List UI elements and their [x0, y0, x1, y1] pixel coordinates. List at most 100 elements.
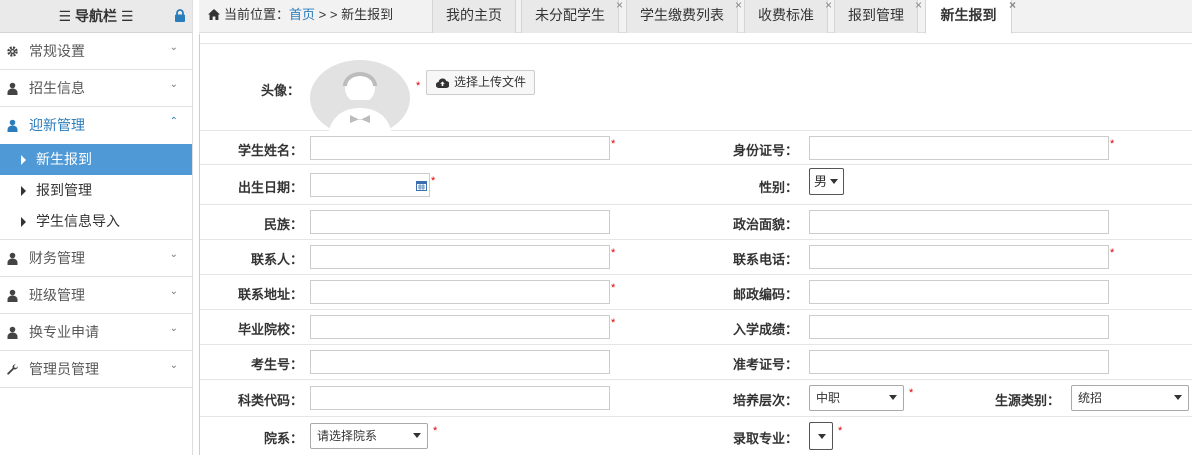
- user-icon: [7, 82, 18, 95]
- gender-value: 男: [814, 174, 828, 189]
- admission-ticket-input[interactable]: [809, 350, 1109, 374]
- user-icon: [7, 326, 18, 339]
- student-source-value: 统招: [1078, 391, 1103, 405]
- required-mark: *: [1110, 138, 1115, 150]
- postcode-input[interactable]: [809, 280, 1109, 304]
- birth-date-input[interactable]: [310, 173, 430, 197]
- cloud-upload-icon: [436, 78, 449, 88]
- required-mark: *: [433, 425, 438, 437]
- menu-enrollment-info[interactable]: 招生信息 ⌄: [0, 70, 192, 107]
- tab-new-student-check-in[interactable]: 新生报到 ×: [925, 0, 1016, 34]
- menu-class-management[interactable]: 班级管理 ⌄: [0, 277, 192, 314]
- caret-right-icon: [21, 217, 26, 227]
- student-source-label: 生源类别：: [994, 393, 1060, 408]
- political-status-input[interactable]: [809, 210, 1109, 234]
- submenu-list: 新生报到 报到管理 学生信息导入: [0, 144, 192, 240]
- submenu-label: 报到管理: [36, 182, 92, 198]
- form-row-subject: 科类代码： 培养层次： 中职 * 生源类别： 统招: [200, 380, 1192, 417]
- form-row-department: 院系： 请选择院系 * 录取专业： *: [200, 417, 1192, 455]
- subject-code-input[interactable]: [310, 386, 610, 410]
- tab-fee-standard[interactable]: 收费标准 ×: [744, 0, 832, 33]
- home-icon: [208, 9, 220, 20]
- form-row-birth: 出生日期： * 性别： 男: [200, 165, 1192, 205]
- contact-person-input[interactable]: [310, 245, 610, 269]
- nav-header: ☰ 导航栏 ☰: [0, 0, 192, 33]
- check-in-form: 头像： * 选择上传文件 学生姓名： * 身份证号： * 出生日期： * 性别：…: [199, 34, 1192, 455]
- training-level-label: 培养层次：: [732, 393, 798, 408]
- address-input[interactable]: [310, 280, 610, 304]
- training-level-value: 中职: [816, 391, 841, 405]
- menu-label: 管理员管理: [29, 361, 99, 377]
- menu-admin-management[interactable]: 管理员管理 ⌄: [0, 351, 192, 388]
- required-mark: *: [611, 138, 616, 150]
- tab-unassigned-students[interactable]: 未分配学生 ×: [521, 0, 623, 33]
- submenu-new-student-check-in[interactable]: 新生报到: [0, 144, 192, 175]
- department-label: 院系：: [263, 431, 303, 446]
- department-value: 请选择院系: [317, 429, 378, 443]
- chevron-down-icon: ⌄: [169, 79, 178, 90]
- ethnic-input[interactable]: [310, 210, 610, 234]
- student-name-input[interactable]: [310, 136, 610, 160]
- chevron-down-icon: ⌄: [169, 42, 178, 53]
- phone-label: 联系电话：: [732, 252, 798, 267]
- tab-my-home[interactable]: 我的主页: [432, 0, 516, 33]
- close-icon[interactable]: ×: [1009, 0, 1016, 21]
- menu-major-change[interactable]: 换专业申请 ⌄: [0, 314, 192, 351]
- entrance-score-input[interactable]: [809, 315, 1109, 339]
- form-row-exam: 考生号： 准考证号：: [200, 345, 1192, 380]
- admitted-major-select[interactable]: [809, 422, 833, 450]
- form-row-avatar: 头像： * 选择上传文件: [200, 43, 1192, 136]
- menu-welcome-management[interactable]: 迎新管理 ⌃: [0, 107, 192, 144]
- id-number-input[interactable]: [809, 136, 1109, 160]
- graduated-school-input[interactable]: [310, 315, 610, 339]
- upload-label: 选择上传文件: [454, 75, 527, 89]
- birth-date-label: 出生日期：: [237, 180, 303, 195]
- menu-label: 换专业申请: [29, 324, 99, 340]
- menu-label: 班级管理: [29, 287, 85, 303]
- menu-general-settings[interactable]: 常规设置 ⌄: [0, 33, 192, 70]
- exam-number-input[interactable]: [310, 350, 610, 374]
- close-icon[interactable]: ×: [915, 0, 922, 21]
- nav-title: ☰ 导航栏 ☰: [58, 8, 134, 24]
- required-mark: *: [611, 282, 616, 294]
- calendar-icon[interactable]: [416, 180, 427, 191]
- gender-select[interactable]: 男: [809, 168, 844, 195]
- submenu-student-import[interactable]: 学生信息导入: [0, 206, 192, 237]
- wrench-icon: [7, 364, 18, 375]
- exam-number-label: 考生号：: [250, 357, 303, 372]
- tab-label: 新生报到: [940, 7, 997, 23]
- form-row-name: 学生姓名： * 身份证号： *: [200, 131, 1192, 165]
- chevron-down-icon: ⌄: [169, 360, 178, 371]
- submenu-label: 新生报到: [36, 151, 92, 167]
- close-icon[interactable]: ×: [825, 0, 832, 21]
- submenu-check-in-management[interactable]: 报到管理: [0, 175, 192, 206]
- postcode-label: 邮政编码：: [732, 287, 798, 302]
- menu-label: 常规设置: [29, 43, 85, 59]
- breadcrumb-home-link[interactable]: 首页: [289, 7, 315, 22]
- caret-right-icon: [21, 186, 26, 196]
- training-level-select[interactable]: 中职: [809, 385, 904, 411]
- menu-finance[interactable]: 财务管理 ⌄: [0, 240, 192, 277]
- student-name-label: 学生姓名：: [237, 143, 303, 158]
- form-row-ethnic: 民族： 政治面貌：: [200, 205, 1192, 240]
- chevron-down-icon: ⌄: [169, 286, 178, 297]
- form-row-address: 联系地址： * 邮政编码：: [200, 275, 1192, 310]
- chevron-down-icon: ⌄: [169, 323, 178, 334]
- tab-label: 学生缴费列表: [640, 7, 724, 23]
- gender-label: 性别：: [758, 180, 798, 195]
- submenu-label: 学生信息导入: [36, 213, 120, 229]
- breadcrumb-prefix: 当前位置：: [224, 7, 290, 22]
- department-select[interactable]: 请选择院系: [310, 423, 428, 449]
- tab-payment-list[interactable]: 学生缴费列表 ×: [626, 0, 742, 33]
- tab-check-in-management[interactable]: 报到管理 ×: [834, 0, 922, 33]
- dropdown-arrow-icon: [830, 179, 838, 184]
- close-icon[interactable]: ×: [735, 0, 742, 21]
- dropdown-arrow-icon: [889, 395, 897, 400]
- student-source-select[interactable]: 统招: [1071, 385, 1189, 411]
- dropdown-arrow-icon: [413, 433, 421, 438]
- close-icon[interactable]: ×: [616, 0, 623, 21]
- upload-file-button[interactable]: 选择上传文件: [426, 70, 535, 95]
- phone-input[interactable]: [809, 245, 1109, 269]
- lock-icon[interactable]: [174, 9, 186, 22]
- required-mark: *: [611, 247, 616, 259]
